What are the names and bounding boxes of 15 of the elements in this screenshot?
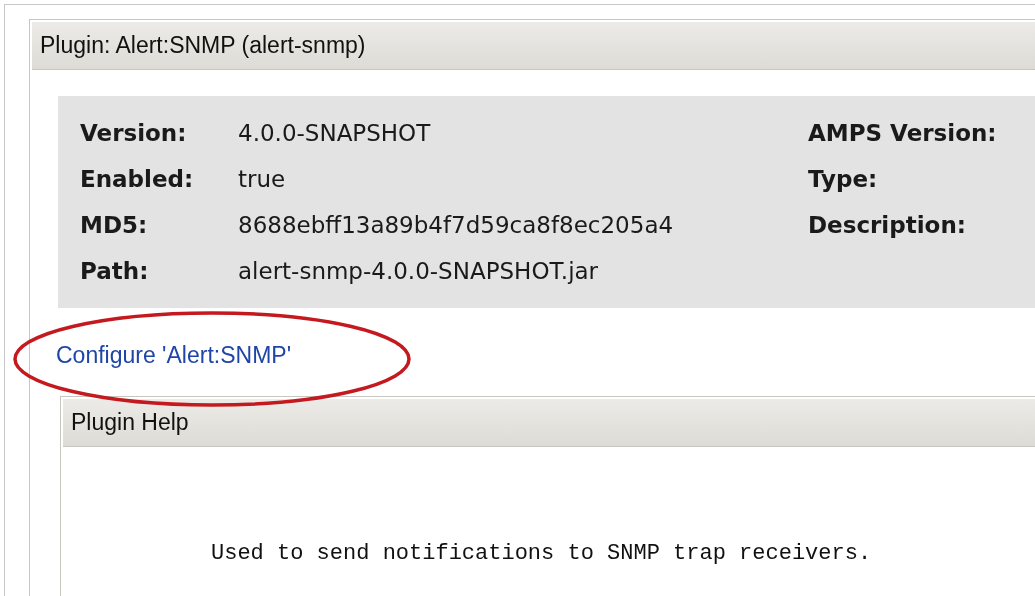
configure-link[interactable]: Configure 'Alert:SNMP' <box>56 342 292 368</box>
panel-title: Plugin: Alert:SNMP (alert-snmp) <box>32 22 1035 70</box>
field-value: 4.0.0-SNAPSHOT <box>238 119 432 148</box>
field-label: Version: <box>80 119 188 148</box>
field-value: true <box>238 165 287 194</box>
field-value: 8688ebff13a89b4f7d59ca8f8ec205a4 <box>238 211 675 240</box>
panel-title: Plugin Help <box>63 399 1035 447</box>
help-text: Used to send notifications to SNMP trap receivers. <box>210 540 873 566</box>
field-label: Path: <box>80 257 150 286</box>
field-label: Enabled: <box>80 165 195 194</box>
field-label: Description: <box>808 211 967 240</box>
field-value: alert-snmp-4.0.0-SNAPSHOT.jar <box>238 257 600 286</box>
field-label: MD5: <box>80 211 149 240</box>
field-label: Type: <box>808 165 879 194</box>
field-label: AMPS Version: <box>808 119 998 148</box>
